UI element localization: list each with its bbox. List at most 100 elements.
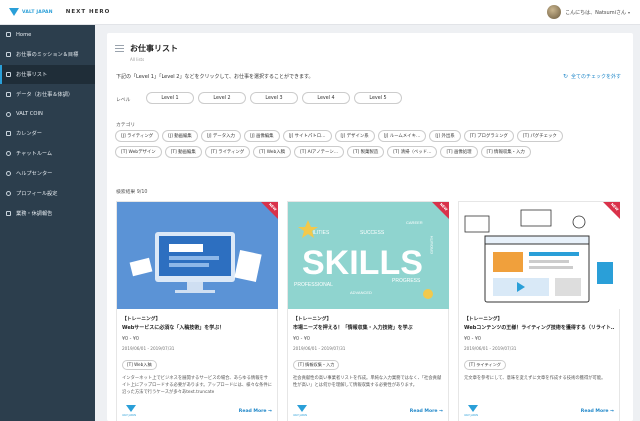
read-more-link[interactable]: Read More → bbox=[581, 409, 614, 414]
category-chip[interactable]: [T] 動画編集 bbox=[164, 146, 202, 158]
result-count: 検索結果 9/10 bbox=[116, 190, 148, 195]
card-description: 元文章を参考にして、意味を変えずに文章を作成する技術の獲得が可能。 bbox=[464, 376, 606, 381]
svg-text:SUCCESS: SUCCESS bbox=[360, 230, 385, 236]
level-2-button[interactable]: Level 2 bbox=[198, 92, 246, 104]
user-menu[interactable]: こんにちは、Natsumiさん ▾ bbox=[547, 5, 630, 19]
sidebar-item-profile[interactable]: プロフィール設定 bbox=[0, 183, 95, 203]
category-chip[interactable]: [J] 外出系 bbox=[429, 130, 461, 142]
card-category-chip: [T] 情報収集・入力 bbox=[293, 360, 340, 370]
greeting-text: こんにちは、Natsumiさん bbox=[565, 9, 626, 16]
instruction-text: 下記の「Level 1」「Level 2」などをクリックして、お仕事を選択するこ… bbox=[116, 74, 314, 80]
category-chip[interactable]: [T] AIアノテーシ… bbox=[294, 146, 345, 158]
level-4-button[interactable]: Level 4 bbox=[302, 92, 350, 104]
sidebar-item-job-list[interactable]: お仕事リスト bbox=[0, 64, 95, 85]
card-thumbnail: NEW bbox=[459, 202, 620, 309]
card-tag: 【トレーニング】 bbox=[122, 317, 161, 322]
category-chip[interactable]: [T] 製菓製造 bbox=[347, 146, 385, 158]
category-chip[interactable]: [T] 情報収集・入力 bbox=[480, 146, 531, 158]
svg-text:CAREER: CAREER bbox=[406, 220, 423, 225]
level-3-button[interactable]: Level 3 bbox=[250, 92, 298, 104]
category-chip[interactable]: [J] 画像編集 bbox=[243, 130, 280, 142]
svg-text:PROGRESS: PROGRESS bbox=[392, 278, 421, 284]
read-more-link[interactable]: Read More → bbox=[410, 409, 443, 414]
card-price: ¥0 - ¥0 bbox=[293, 337, 310, 342]
chart-icon bbox=[6, 91, 11, 97]
sidebar-item-help[interactable]: ヘルプセンター bbox=[0, 164, 95, 184]
svg-text:ADVANCED: ADVANCED bbox=[350, 290, 372, 295]
avatar[interactable] bbox=[547, 5, 562, 19]
category-chip[interactable]: [J] 動画編集 bbox=[162, 130, 198, 142]
category-chip[interactable]: [J] データ入力 bbox=[200, 130, 241, 142]
job-card-list: NEW 【トレーニング】 Webサービスに必須な「入稿技術」を学ぶ！ ¥0 - … bbox=[116, 201, 629, 421]
level-5-button[interactable]: Level 5 bbox=[354, 92, 402, 104]
chat-icon bbox=[6, 151, 11, 157]
sidebar-item-data[interactable]: データ（お仕事＆体調） bbox=[0, 84, 95, 104]
job-card[interactable]: NEW 【トレーニング】 Webコンテンツの王様！ライティング技術を獲得する（リ… bbox=[458, 201, 620, 421]
sidebar-item-label: データ（お仕事＆体調） bbox=[16, 91, 74, 98]
skills-illustration: ABILITIES SUCCESS CAREER SKILLS PROFESSI… bbox=[294, 220, 434, 299]
level-1-button[interactable]: Level 1 bbox=[146, 92, 194, 104]
category-chip[interactable]: [J] サイトパトロ… bbox=[282, 130, 332, 142]
card-date: 2019/06/01 - 2019/07/31 bbox=[122, 346, 175, 351]
brand-name: NEXT HERO bbox=[65, 9, 111, 15]
level-filter: Level 1 Level 2 Level 3 Level 4 Level 5 bbox=[146, 92, 406, 104]
logo-mark-icon bbox=[9, 8, 19, 16]
card-price: ¥0 - ¥0 bbox=[464, 337, 481, 342]
card-date: 2019/06/01 - 2019/07/31 bbox=[464, 346, 517, 351]
card-description: 社会貢献性の高い事業者リストを作成。単純な入力業務ではなく、「社会貢献性が高い」… bbox=[293, 376, 442, 388]
sidebar-item-label: お仕事のミッション＆目標 bbox=[16, 52, 79, 59]
valt-logo-icon: VALT JAPAN bbox=[464, 405, 482, 417]
sidebar-item-report[interactable]: 業務・休調報告 bbox=[0, 203, 95, 223]
sidebar-item-label: カレンダー bbox=[16, 131, 42, 138]
category-chip[interactable]: [T] ライティング bbox=[204, 146, 251, 158]
report-icon bbox=[6, 210, 11, 216]
category-chip[interactable]: [T] パグチェック bbox=[516, 130, 563, 142]
category-chip[interactable]: [J] ライティング bbox=[115, 130, 160, 142]
coin-icon bbox=[6, 111, 11, 117]
card-date: 2019/06/01 - 2019/07/31 bbox=[293, 346, 346, 351]
sidebar-item-label: 業務・休調報告 bbox=[16, 210, 53, 217]
category-chip[interactable]: [T] Web入稿 bbox=[253, 146, 292, 158]
svg-text:GROWTH: GROWTH bbox=[429, 236, 434, 254]
read-more-link[interactable]: Read More → bbox=[239, 409, 272, 414]
sidebar-item-valt-coin[interactable]: VALT COIN bbox=[0, 104, 95, 124]
category-chip[interactable]: [T] 画像処理 bbox=[440, 146, 478, 158]
sidebar-item-mission[interactable]: お仕事のミッション＆目標 bbox=[0, 45, 95, 65]
sidebar-item-chat[interactable]: チャットルーム bbox=[0, 144, 95, 164]
refresh-icon: ↻ bbox=[562, 73, 568, 80]
page-header: お仕事リスト All lists bbox=[115, 43, 178, 62]
clear-all-checks-link[interactable]: ↻ 全てのチェックを外す bbox=[563, 73, 621, 80]
flag-icon bbox=[6, 52, 11, 58]
valt-japan-logo[interactable]: VALT JAPAN bbox=[9, 8, 53, 16]
card-title[interactable]: Webコンテンツの王様！ライティング技術を獲得する（リライト… bbox=[464, 324, 614, 331]
web-content-illustration bbox=[464, 209, 613, 303]
sidebar-item-home[interactable]: Home bbox=[0, 25, 95, 45]
category-chip[interactable]: [T] 清掃（ベッド… bbox=[387, 146, 438, 158]
job-card[interactable]: ABILITIES SUCCESS CAREER SKILLS PROFESSI… bbox=[287, 201, 449, 421]
help-icon bbox=[6, 170, 11, 176]
category-chip[interactable]: [T] プログラミング bbox=[463, 130, 514, 142]
clear-link-label: 全てのチェックを外す bbox=[570, 74, 621, 80]
card-category-chip: [T] ライティング bbox=[464, 360, 506, 370]
sidebar-item-label: プロフィール設定 bbox=[16, 190, 58, 197]
card-title[interactable]: Webサービスに必須な「入稿技術」を学ぶ！ bbox=[122, 324, 272, 331]
category-chip[interactable]: [T] Webデザイン bbox=[115, 146, 162, 158]
card-tag: 【トレーニング】 bbox=[464, 317, 503, 322]
card-price: ¥0 - ¥0 bbox=[122, 337, 139, 342]
monitor-illustration bbox=[129, 232, 262, 293]
category-chip[interactable]: [J] デザイン系 bbox=[334, 130, 375, 142]
page-subtitle: All lists bbox=[130, 57, 145, 62]
sidebar-item-calendar[interactable]: カレンダー bbox=[0, 124, 95, 144]
card-title[interactable]: 市場ニーズを押える！「情報収集・入力技術」を学ぶ bbox=[293, 324, 443, 331]
sidebar-item-label: チャットルーム bbox=[16, 151, 53, 158]
page-title: お仕事リスト bbox=[130, 44, 178, 53]
sidebar-item-label: VALT COIN bbox=[16, 111, 43, 118]
card-thumbnail: NEW bbox=[117, 202, 278, 309]
category-label: カテゴリ bbox=[116, 123, 136, 128]
category-chip[interactable]: [J] ルームメイキ… bbox=[377, 130, 427, 142]
profile-icon bbox=[6, 190, 11, 196]
list-icon bbox=[115, 45, 124, 54]
chevron-down-icon[interactable]: ▾ bbox=[628, 10, 630, 15]
top-bar: VALT JAPAN NEXT HERO こんにちは、Natsumiさん ▾ bbox=[0, 0, 640, 25]
job-card[interactable]: NEW 【トレーニング】 Webサービスに必須な「入稿技術」を学ぶ！ ¥0 - … bbox=[116, 201, 278, 421]
